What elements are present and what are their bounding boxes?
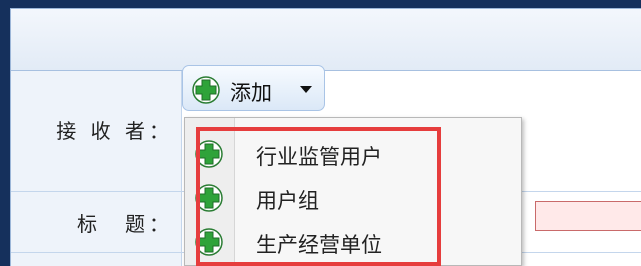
panel-header	[11, 9, 641, 71]
title-label: 标 题：	[77, 212, 173, 236]
next-label-cell	[11, 253, 182, 266]
green-plus-icon	[192, 76, 220, 104]
add-button-label: 添加	[230, 81, 272, 105]
green-plus-icon	[195, 184, 223, 212]
add-button[interactable]: 添加	[182, 65, 325, 111]
menu-item-label: 用户组	[256, 189, 319, 213]
add-dropdown-menu: 行业监管用户 用户组 生产经营单位	[184, 117, 522, 266]
menu-item-industry-supervision-user[interactable]: 行业监管用户	[185, 132, 521, 176]
menu-item-label: 生产经营单位	[256, 233, 382, 257]
receiver-label-cell: 接 收 者：	[11, 71, 182, 191]
menu-item-label: 行业监管用户	[256, 145, 382, 169]
menu-item-production-business-unit[interactable]: 生产经营单位	[185, 220, 521, 264]
menu-item-user-group[interactable]: 用户组	[185, 176, 521, 220]
green-plus-icon	[195, 140, 223, 168]
chevron-down-icon	[300, 86, 312, 93]
receiver-label: 接 收 者：	[56, 119, 173, 143]
green-plus-icon	[195, 228, 223, 256]
title-input[interactable]	[535, 201, 641, 231]
title-label-cell: 标 题：	[11, 192, 182, 252]
